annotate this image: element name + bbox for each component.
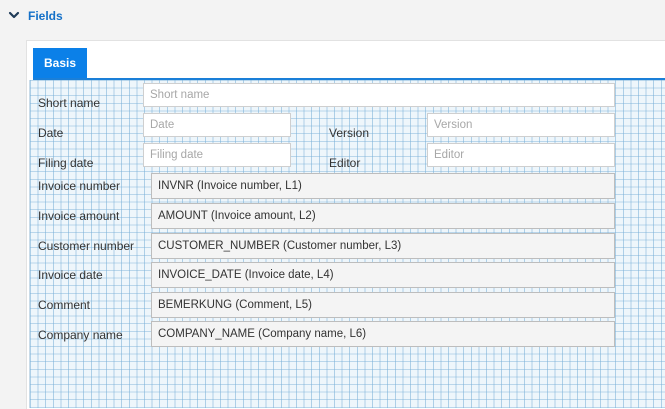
comment-label: Comment (38, 298, 91, 312)
version-field[interactable] (427, 113, 615, 137)
invoice-amount-field[interactable] (151, 203, 615, 229)
tab-basis[interactable]: Basis (33, 48, 87, 78)
company-name-label: Company name (38, 328, 123, 342)
fields-section-header[interactable]: Fields (0, 0, 665, 33)
customer-number-label: Customer number (38, 239, 135, 253)
editor-field[interactable] (427, 143, 615, 167)
invoice-date-label: Invoice date (38, 268, 103, 282)
invoice-number-field[interactable] (151, 173, 615, 199)
invoice-number-label: Invoice number (38, 179, 121, 193)
invoice-date-field[interactable] (151, 262, 615, 288)
short-name-field[interactable] (143, 83, 615, 107)
customer-number-field[interactable] (151, 233, 615, 259)
version-label: Version (329, 126, 370, 140)
company-name-field[interactable] (151, 321, 615, 347)
comment-field[interactable] (151, 292, 615, 318)
invoice-amount-label: Invoice amount (38, 209, 120, 223)
filing-date-field[interactable] (143, 143, 291, 167)
date-label: Date (38, 126, 64, 140)
filing-date-label: Filing date (38, 156, 94, 170)
short-name-label: Short name (38, 96, 101, 110)
chevron-down-icon[interactable] (8, 9, 20, 21)
tab-bar: Basis (33, 48, 665, 80)
editor-label: Editor (329, 156, 361, 170)
date-field[interactable] (143, 113, 291, 137)
section-title[interactable]: Fields (28, 9, 63, 23)
